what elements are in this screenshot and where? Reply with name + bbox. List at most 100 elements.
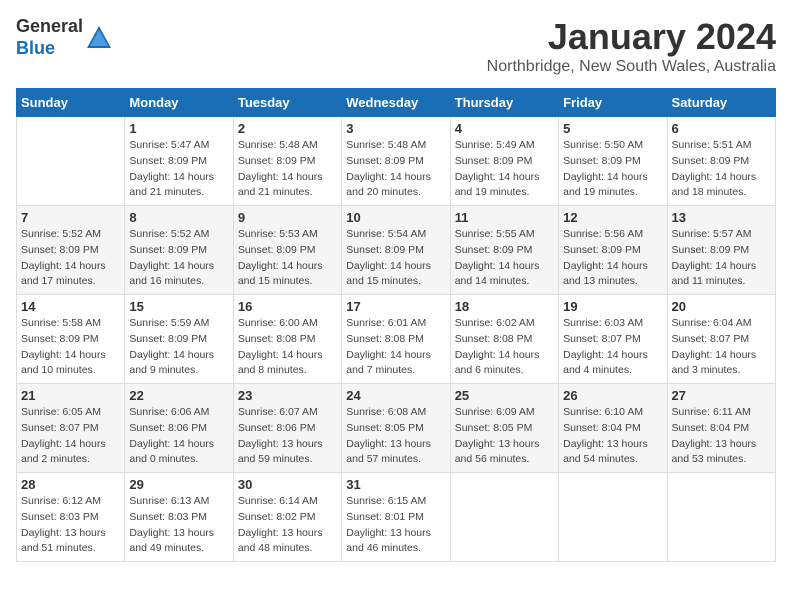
day-info: Sunrise: 6:02 AMSunset: 8:08 PMDaylight:… <box>455 316 554 379</box>
day-info: Sunrise: 5:55 AMSunset: 8:09 PMDaylight:… <box>455 227 554 290</box>
day-info: Sunrise: 5:57 AMSunset: 8:09 PMDaylight:… <box>672 227 771 290</box>
day-number: 30 <box>238 477 337 492</box>
column-header-tuesday: Tuesday <box>233 89 341 117</box>
day-cell: 26 Sunrise: 6:10 AMSunset: 8:04 PMDayligh… <box>559 384 667 473</box>
day-number: 8 <box>129 210 228 225</box>
day-info: Sunrise: 5:47 AMSunset: 8:09 PMDaylight:… <box>129 138 228 201</box>
day-info: Sunrise: 5:49 AMSunset: 8:09 PMDaylight:… <box>455 138 554 201</box>
day-cell: 17 Sunrise: 6:01 AMSunset: 8:08 PMDayligh… <box>342 295 450 384</box>
day-cell: 31Sunrise: 6:15 AMSunset: 8:01 PMDayligh… <box>342 473 450 562</box>
column-header-sunday: Sunday <box>17 89 125 117</box>
day-info: Sunrise: 5:51 AMSunset: 8:09 PMDaylight:… <box>672 138 771 201</box>
day-cell: 20Sunrise: 6:04 AMSunset: 8:07 PMDayligh… <box>667 295 775 384</box>
calendar-table: SundayMondayTuesdayWednesdayThursdayFrid… <box>16 88 776 562</box>
day-info: Sunrise: 6:10 AMSunset: 8:04 PMDaylight:… <box>563 405 662 468</box>
day-info: Sunrise: 6:01 AMSunset: 8:08 PMDaylight:… <box>346 316 445 379</box>
day-number: 25 <box>455 388 554 403</box>
day-number: 16 <box>238 299 337 314</box>
day-number: 9 <box>238 210 337 225</box>
day-info: Sunrise: 5:48 AMSunset: 8:09 PMDaylight:… <box>238 138 337 201</box>
day-number: 28 <box>21 477 120 492</box>
day-cell: 27 Sunrise: 6:11 AMSunset: 8:04 PMDayligh… <box>667 384 775 473</box>
day-cell: 7 Sunrise: 5:52 AMSunset: 8:09 PMDaylight… <box>17 206 125 295</box>
day-cell: 10 Sunrise: 5:54 AMSunset: 8:09 PMDayligh… <box>342 206 450 295</box>
page-header: General Blue January 2024 Northbridge, N… <box>16 16 776 76</box>
day-info: Sunrise: 5:53 AMSunset: 8:09 PMDaylight:… <box>238 227 337 290</box>
day-info: Sunrise: 5:50 AMSunset: 8:09 PMDaylight:… <box>563 138 662 201</box>
day-number: 22 <box>129 388 228 403</box>
month-title: January 2024 <box>487 16 776 58</box>
day-number: 14 <box>21 299 120 314</box>
day-number: 29 <box>129 477 228 492</box>
logo-icon <box>85 24 113 52</box>
day-cell: 19Sunrise: 6:03 AMSunset: 8:07 PMDayligh… <box>559 295 667 384</box>
day-number: 2 <box>238 121 337 136</box>
day-cell: 21Sunrise: 6:05 AMSunset: 8:07 PMDayligh… <box>17 384 125 473</box>
day-number: 11 <box>455 210 554 225</box>
day-info: Sunrise: 6:12 AMSunset: 8:03 PMDaylight:… <box>21 494 120 557</box>
day-cell <box>559 473 667 562</box>
week-row-1: 1Sunrise: 5:47 AMSunset: 8:09 PMDaylight… <box>17 117 776 206</box>
day-info: Sunrise: 6:14 AMSunset: 8:02 PMDaylight:… <box>238 494 337 557</box>
day-cell: 14 Sunrise: 5:58 AMSunset: 8:09 PMDayligh… <box>17 295 125 384</box>
week-row-3: 14 Sunrise: 5:58 AMSunset: 8:09 PMDayligh… <box>17 295 776 384</box>
day-number: 31 <box>346 477 445 492</box>
column-header-wednesday: Wednesday <box>342 89 450 117</box>
day-number: 15 <box>129 299 228 314</box>
day-cell <box>450 473 558 562</box>
day-info: Sunrise: 5:52 AMSunset: 8:09 PMDaylight:… <box>129 227 228 290</box>
day-info: Sunrise: 5:54 AMSunset: 8:09 PMDaylight:… <box>346 227 445 290</box>
day-cell: 30 Sunrise: 6:14 AMSunset: 8:02 PMDayligh… <box>233 473 341 562</box>
day-info: Sunrise: 5:48 AMSunset: 8:09 PMDaylight:… <box>346 138 445 201</box>
day-cell: 15Sunrise: 5:59 AMSunset: 8:09 PMDayligh… <box>125 295 233 384</box>
day-number: 5 <box>563 121 662 136</box>
day-cell: 4 Sunrise: 5:49 AMSunset: 8:09 PMDaylight… <box>450 117 558 206</box>
day-cell: 28 Sunrise: 6:12 AMSunset: 8:03 PMDayligh… <box>17 473 125 562</box>
day-info: Sunrise: 5:52 AMSunset: 8:09 PMDaylight:… <box>21 227 120 290</box>
day-cell: 9 Sunrise: 5:53 AMSunset: 8:09 PMDaylight… <box>233 206 341 295</box>
week-row-4: 21Sunrise: 6:05 AMSunset: 8:07 PMDayligh… <box>17 384 776 473</box>
day-cell: 11 Sunrise: 5:55 AMSunset: 8:09 PMDayligh… <box>450 206 558 295</box>
day-number: 10 <box>346 210 445 225</box>
day-cell: 12 Sunrise: 5:56 AMSunset: 8:09 PMDayligh… <box>559 206 667 295</box>
logo-blue: Blue <box>16 38 55 58</box>
day-cell: 5 Sunrise: 5:50 AMSunset: 8:09 PMDaylight… <box>559 117 667 206</box>
column-header-monday: Monday <box>125 89 233 117</box>
day-number: 3 <box>346 121 445 136</box>
day-info: Sunrise: 6:08 AMSunset: 8:05 PMDaylight:… <box>346 405 445 468</box>
day-info: Sunrise: 6:07 AMSunset: 8:06 PMDaylight:… <box>238 405 337 468</box>
day-number: 17 <box>346 299 445 314</box>
day-number: 7 <box>21 210 120 225</box>
location: Northbridge, New South Wales, Australia <box>487 58 776 76</box>
day-cell: 24 Sunrise: 6:08 AMSunset: 8:05 PMDayligh… <box>342 384 450 473</box>
day-info: Sunrise: 6:13 AMSunset: 8:03 PMDaylight:… <box>129 494 228 557</box>
calendar-body: 1Sunrise: 5:47 AMSunset: 8:09 PMDaylight… <box>17 117 776 562</box>
day-number: 18 <box>455 299 554 314</box>
column-header-thursday: Thursday <box>450 89 558 117</box>
logo: General Blue <box>16 16 113 59</box>
day-number: 4 <box>455 121 554 136</box>
day-number: 24 <box>346 388 445 403</box>
calendar-header: SundayMondayTuesdayWednesdayThursdayFrid… <box>17 89 776 117</box>
day-cell: 2 Sunrise: 5:48 AMSunset: 8:09 PMDaylight… <box>233 117 341 206</box>
day-number: 13 <box>672 210 771 225</box>
day-cell: 16 Sunrise: 6:00 AMSunset: 8:08 PMDayligh… <box>233 295 341 384</box>
day-cell: 1Sunrise: 5:47 AMSunset: 8:09 PMDaylight… <box>125 117 233 206</box>
day-info: Sunrise: 6:00 AMSunset: 8:08 PMDaylight:… <box>238 316 337 379</box>
day-cell <box>667 473 775 562</box>
day-number: 12 <box>563 210 662 225</box>
day-cell: 8 Sunrise: 5:52 AMSunset: 8:09 PMDaylight… <box>125 206 233 295</box>
column-header-friday: Friday <box>559 89 667 117</box>
day-cell: 3 Sunrise: 5:48 AMSunset: 8:09 PMDaylight… <box>342 117 450 206</box>
week-row-5: 28 Sunrise: 6:12 AMSunset: 8:03 PMDayligh… <box>17 473 776 562</box>
day-number: 6 <box>672 121 771 136</box>
logo-general: General <box>16 16 83 36</box>
week-row-2: 7 Sunrise: 5:52 AMSunset: 8:09 PMDaylight… <box>17 206 776 295</box>
day-info: Sunrise: 6:11 AMSunset: 8:04 PMDaylight:… <box>672 405 771 468</box>
day-number: 26 <box>563 388 662 403</box>
day-number: 27 <box>672 388 771 403</box>
day-cell: 18 Sunrise: 6:02 AMSunset: 8:08 PMDayligh… <box>450 295 558 384</box>
day-info: Sunrise: 5:56 AMSunset: 8:09 PMDaylight:… <box>563 227 662 290</box>
day-number: 19 <box>563 299 662 314</box>
day-info: Sunrise: 5:58 AMSunset: 8:09 PMDaylight:… <box>21 316 120 379</box>
